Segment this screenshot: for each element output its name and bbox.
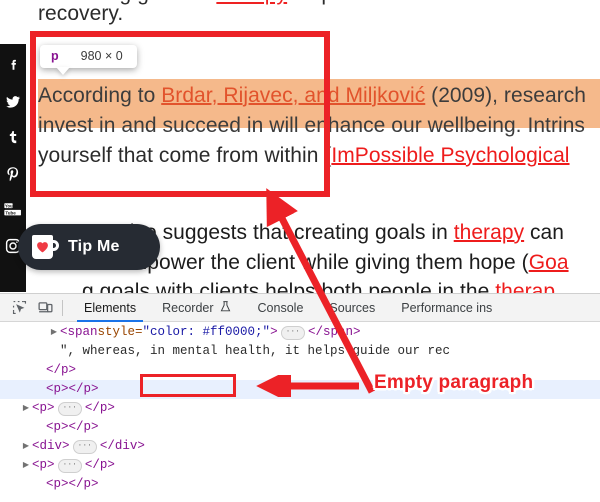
therapy-link-1[interactable]: therapy — [454, 221, 524, 244]
chevron-right-icon[interactable]: ▶ — [20, 399, 32, 418]
dom-tree-token-tag: <p></p> — [46, 382, 99, 396]
hp1-pre: According to — [38, 84, 162, 107]
highlighted-paragraph-line-3: yourself that come from within (ImPossib… — [38, 145, 570, 166]
dom-tree-row[interactable]: ▶ <p> ··· </p> — [0, 399, 600, 418]
svg-text:Tube: Tube — [5, 210, 16, 215]
tip-me-label: Tip Me — [68, 238, 120, 255]
therapy-link-2[interactable]: therap — [495, 280, 555, 293]
dom-tree-token-tag: <div> — [32, 439, 70, 453]
bp1-post: can — [524, 221, 565, 244]
chevron-right-icon[interactable]: ▶ — [20, 437, 32, 456]
dom-tree-token-tag: <span — [60, 325, 98, 339]
tab-sources-label: Sources — [329, 300, 376, 315]
devtools-toolbar: Elements Recorder Console Sources Perfor… — [0, 294, 600, 322]
dom-tree-token-tag: </p> — [46, 363, 77, 377]
inspect-element-icon[interactable] — [6, 295, 32, 321]
dom-tree-token-tag: </p> — [84, 401, 115, 415]
tumblr-icon[interactable] — [4, 128, 23, 147]
dom-tree-token-tag: <p></p> — [46, 420, 99, 434]
dom-tree-token-tag: <p> — [32, 401, 55, 415]
bp2-pre: empower the client while giving them hop… — [118, 251, 529, 274]
node-badge-tag: p — [51, 49, 59, 63]
twitter-icon[interactable] — [4, 92, 23, 111]
tab-performance-insights-label: Performance ins — [401, 300, 493, 315]
dom-tree-token-attr: style= — [97, 325, 143, 339]
highlighted-paragraph-line-2: invest in and succeed in will enhance ou… — [38, 114, 585, 137]
dom-tree-token-tag: <p></p> — [46, 477, 99, 491]
tip-me-widget[interactable]: Tip Me — [18, 224, 160, 270]
dom-tree-row[interactable]: </p> — [0, 361, 600, 380]
facebook-icon[interactable] — [4, 56, 23, 75]
web-page-content: ...creating goals in therapy helps the c… — [0, 0, 600, 293]
bp3-pre: g goals with clients helps both people i… — [82, 280, 496, 293]
flask-icon — [219, 300, 232, 316]
dom-tree-token-dots[interactable]: ··· — [280, 325, 305, 340]
impossible-psychological-link[interactable]: ImPossible Psychological — [331, 144, 569, 167]
device-toolbar-icon[interactable] — [32, 295, 58, 321]
chevron-right-icon[interactable]: ▶ — [20, 456, 32, 475]
tab-elements[interactable]: Elements — [71, 294, 149, 322]
tab-console[interactable]: Console — [245, 294, 317, 322]
body-paragraph-line-3: g goals with clients helps both people i… — [38, 281, 555, 293]
svg-text:You: You — [5, 204, 13, 209]
dom-tree-token-tag: </p> — [84, 458, 115, 472]
dom-tree-row[interactable]: <p></p> — [0, 475, 600, 494]
dom-tree-token-tag: <p> — [32, 458, 55, 472]
dom-tree-token-tag: > — [270, 325, 278, 339]
tab-sources[interactable]: Sources — [316, 294, 388, 322]
dom-tree[interactable]: ▶ <span style= "color: #ff0000;" > ··· </span… — [0, 323, 600, 502]
toolbar-separator — [62, 299, 63, 316]
node-info-badge: p 980 × 0 — [40, 45, 137, 68]
dom-tree-token-txt: ", whereas, in mental health, it helps g… — [60, 344, 451, 358]
cut-line-link[interactable]: therapy — [216, 0, 287, 5]
tab-recorder-label: Recorder — [162, 300, 214, 315]
dom-tree-token-dots[interactable]: ··· — [57, 458, 82, 473]
cut-line-post: helps the client's — [293, 0, 449, 5]
citation-link-brdar[interactable]: Brdar, Rijavec, and Miljković — [161, 84, 425, 107]
dom-tree-token-tag: </span> — [307, 325, 361, 339]
highlighted-paragraph-line-1: According to Brdar, Rijavec, and Miljkov… — [38, 85, 586, 106]
devtools-panel: Elements Recorder Console Sources Perfor… — [0, 293, 600, 502]
tab-elements-label: Elements — [84, 300, 137, 315]
hp3-pre: yourself that come from within ( — [38, 144, 332, 167]
pinterest-icon[interactable] — [4, 164, 23, 183]
dom-tree-row[interactable]: ▶ <div> ··· </div> — [0, 437, 600, 456]
youtube-icon[interactable]: You Tube — [4, 200, 23, 219]
tab-performance-insights[interactable]: Performance ins — [388, 294, 505, 322]
goals-link[interactable]: Goa — [529, 251, 569, 274]
dom-tree-token-dots[interactable]: ··· — [57, 401, 82, 416]
dom-tree-row-selected[interactable]: <p></p> — [0, 380, 600, 399]
dom-tree-token-tag: </div> — [99, 439, 145, 453]
hp1-post: (2009), research — [425, 84, 587, 107]
paragraph-line-recovery: recovery. — [38, 2, 124, 25]
bp1-pre: also suggests that creating goals in — [118, 221, 454, 244]
tab-recorder[interactable]: Recorder — [149, 294, 244, 322]
dom-tree-token-val: "color: #ff0000;" — [142, 325, 271, 339]
dom-tree-token-dots[interactable]: ··· — [72, 439, 97, 454]
node-badge-dimensions: 980 × 0 — [80, 49, 123, 63]
dom-tree-row[interactable]: ▶ <p> ··· </p> — [0, 456, 600, 475]
dom-tree-row[interactable]: <p></p> — [0, 418, 600, 437]
tab-console-label: Console — [257, 300, 304, 315]
dom-tree-row[interactable]: ", whereas, in mental health, it helps g… — [0, 342, 600, 361]
coffee-cup-heart-icon — [32, 235, 59, 259]
chevron-right-icon[interactable]: ▶ — [48, 323, 60, 342]
dom-tree-row[interactable]: ▶ <span style= "color: #ff0000;" > ··· </span… — [0, 323, 600, 342]
